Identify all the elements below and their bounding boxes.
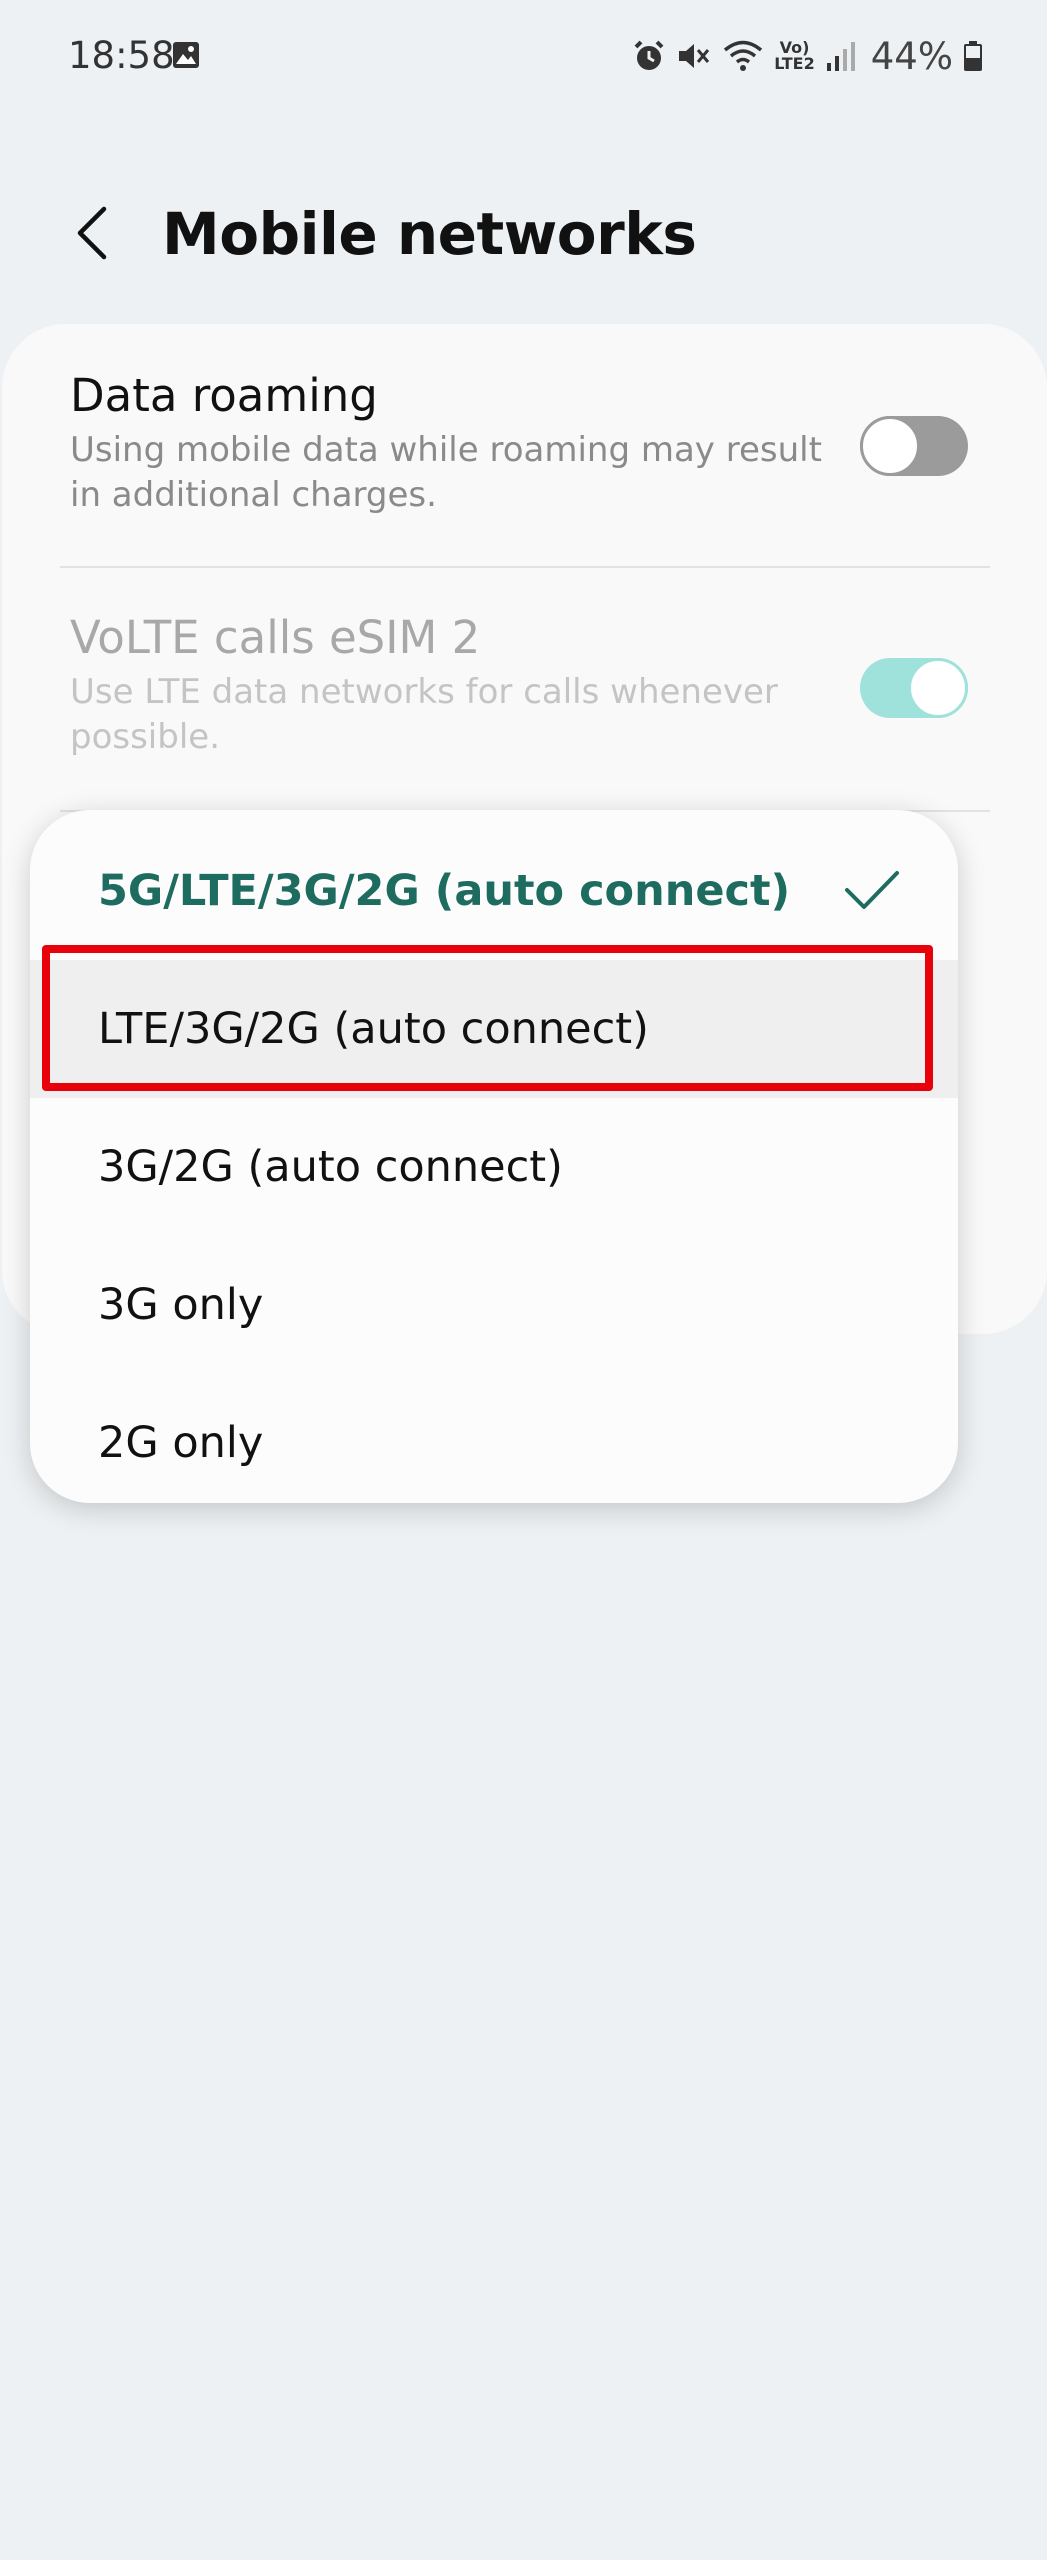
- wifi-icon: [722, 39, 764, 73]
- network-option-2g-only[interactable]: 2G only: [30, 1374, 958, 1503]
- option-label: 5G/LTE/3G/2G (auto connect): [98, 866, 791, 916]
- divider: [60, 566, 990, 568]
- network-option-3g-only[interactable]: 3G only: [30, 1236, 958, 1374]
- status-icons: Vo) LTE2 44%: [632, 32, 983, 80]
- volte-row[interactable]: VoLTE calls eSIM 2 Use LTE data networks…: [70, 612, 980, 760]
- option-label: 3G only: [98, 1280, 264, 1330]
- signal-icon: [825, 39, 857, 73]
- lte-label: LTE2: [774, 54, 815, 73]
- gallery-icon: [172, 41, 200, 69]
- status-bar: 18:58 Vo) LTE2 44%: [0, 0, 1047, 115]
- toggle-knob: [860, 416, 920, 476]
- network-option-lte-3g-2g[interactable]: LTE/3G/2G (auto connect): [30, 960, 958, 1098]
- chevron-left-icon: [77, 206, 107, 260]
- page-title: Mobile networks: [162, 200, 697, 268]
- volte-title: VoLTE calls eSIM 2: [70, 611, 481, 664]
- app-header: Mobile networks: [0, 180, 1047, 290]
- option-label: 2G only: [98, 1418, 264, 1468]
- volte-toggle[interactable]: [860, 658, 968, 718]
- data-roaming-subtitle: Using mobile data while roaming may resu…: [70, 430, 822, 515]
- network-option-5g-lte-3g-2g[interactable]: 5G/LTE/3G/2G (auto connect): [30, 822, 958, 960]
- battery-percent: 44%: [870, 34, 953, 78]
- data-roaming-title: Data roaming: [70, 369, 378, 422]
- volte-subtitle: Use LTE data networks for calls whenever…: [70, 672, 778, 757]
- option-label: 3G/2G (auto connect): [98, 1142, 563, 1192]
- data-roaming-toggle[interactable]: [860, 416, 968, 476]
- toggle-knob: [908, 658, 968, 718]
- alarm-icon: [632, 39, 666, 73]
- network-mode-dropdown: 5G/LTE/3G/2G (auto connect) LTE/3G/2G (a…: [30, 810, 958, 1503]
- status-time: 18:58: [68, 34, 175, 77]
- mute-icon: [676, 39, 712, 73]
- data-roaming-row[interactable]: Data roaming Using mobile data while roa…: [70, 370, 980, 518]
- checkmark-icon: [845, 871, 899, 909]
- back-button[interactable]: [62, 198, 122, 268]
- volte-lte2-icon: Vo) LTE2: [774, 40, 815, 72]
- network-option-3g-2g[interactable]: 3G/2G (auto connect): [30, 1098, 958, 1236]
- battery-icon: [963, 39, 983, 73]
- option-label: LTE/3G/2G (auto connect): [98, 1004, 649, 1054]
